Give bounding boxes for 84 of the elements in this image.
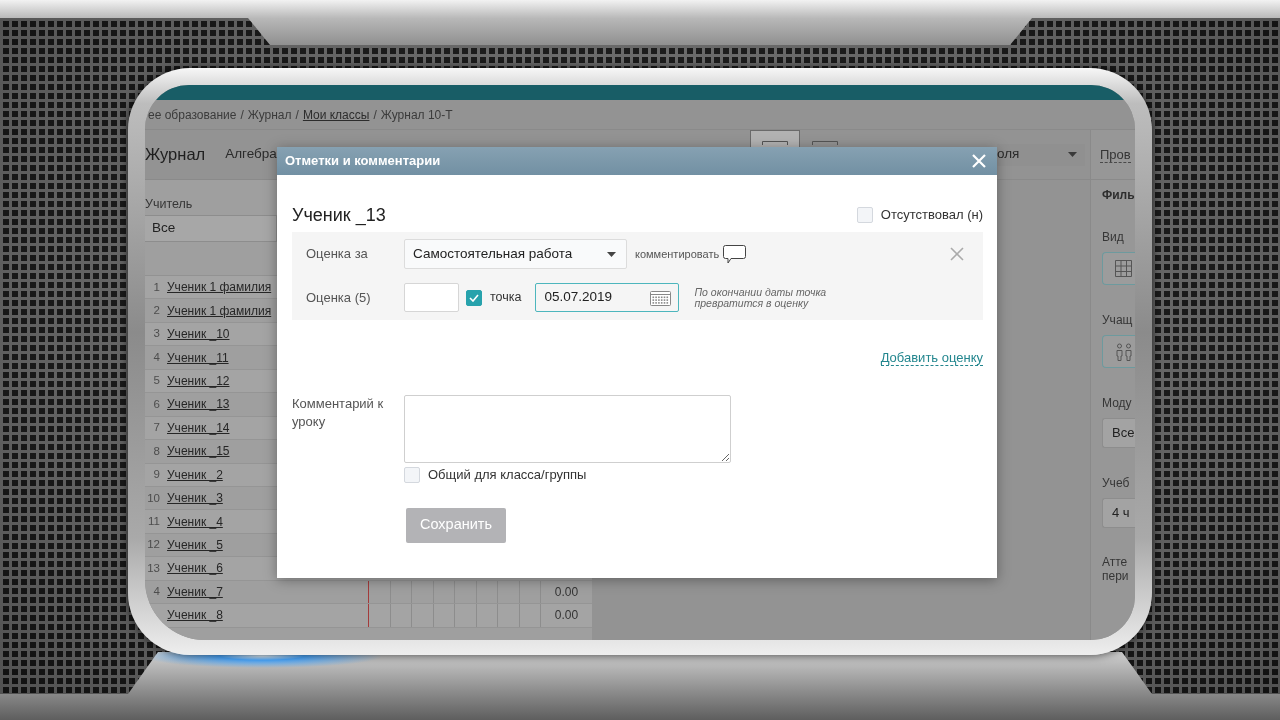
filter-select[interactable]: Все xyxy=(1102,418,1135,448)
field-label: Комментарий к уроку xyxy=(292,395,385,431)
students-view-button[interactable] xyxy=(1102,335,1135,368)
filter-label: Учеб xyxy=(1102,475,1131,491)
breadcrumb-separator: / xyxy=(240,106,244,124)
student-link[interactable]: Ученик _13 xyxy=(167,395,230,414)
row-number: 9 xyxy=(152,467,160,483)
breadcrumb-item: Журнал xyxy=(247,106,292,124)
student-link[interactable]: Ученик 1 фамилия xyxy=(167,278,272,297)
student-link[interactable]: Ученик _4 xyxy=(167,512,223,531)
filter-label: Вид xyxy=(1102,229,1125,245)
breadcrumb-separator: / xyxy=(295,106,299,124)
absent-checkbox[interactable] xyxy=(856,207,873,223)
field-label: Оценка (5) xyxy=(306,288,372,307)
calendar-icon xyxy=(650,289,672,306)
row-number: 8 xyxy=(152,443,160,459)
add-grade-link[interactable]: Добавить оценку xyxy=(880,350,983,366)
filter-label: Учитель xyxy=(145,196,193,212)
dialog-title: Отметки и комментарии xyxy=(285,152,441,171)
row-number: 6 xyxy=(152,396,160,412)
close-button[interactable] xyxy=(972,154,986,168)
breadcrumb-item: Журнал 10-Т xyxy=(380,106,453,124)
row-number: 12 xyxy=(146,537,160,553)
comment-link[interactable]: комментировать xyxy=(635,245,720,263)
comment-textarea[interactable] xyxy=(404,395,731,463)
student-link[interactable]: Ученик _5 xyxy=(167,536,223,555)
work-type-select[interactable]: Самостоятельная работа xyxy=(404,239,627,269)
field-label: Оценка за xyxy=(306,245,369,264)
view-toggle-button[interactable] xyxy=(750,130,800,147)
filter-label: Атте пери xyxy=(1102,555,1130,583)
date-field[interactable]: 05.07.2019 xyxy=(535,283,680,312)
filter-label: Учащ xyxy=(1102,312,1134,328)
row-number: 4 xyxy=(152,584,160,600)
speech-bubble-icon[interactable] xyxy=(723,244,747,264)
student-link[interactable]: Ученик _12 xyxy=(167,371,230,390)
hint-text: По окончании даты точка превратится в оценку xyxy=(694,286,828,309)
checkbox-label: Общий для класса/группы xyxy=(428,466,587,484)
row-number: 11 xyxy=(147,513,160,529)
row-number: 10 xyxy=(146,490,160,506)
checkbox-label: Отсутствовал (н) xyxy=(880,206,983,225)
row-number: 2 xyxy=(152,303,160,319)
breadcrumb-link[interactable]: Мои классы xyxy=(302,105,370,124)
grid-icon xyxy=(1115,260,1132,277)
row-number: 7 xyxy=(152,420,160,436)
row-number: 13 xyxy=(146,560,160,576)
subject-label: Алгебра xyxy=(225,145,277,164)
filter-select[interactable]: 4 ч xyxy=(1102,498,1135,528)
close-icon xyxy=(972,154,986,168)
breadcrumb-item: ее образование xyxy=(148,106,237,124)
checkbox-label: точка xyxy=(490,289,522,307)
student-link[interactable]: Ученик _14 xyxy=(167,418,230,437)
student-link[interactable]: Ученик _3 xyxy=(167,489,223,508)
average-cell: 0.00 xyxy=(540,580,592,604)
student-link[interactable]: Ученик _2 xyxy=(167,465,223,484)
row-number: 1 xyxy=(152,279,160,295)
student-link[interactable]: Ученик 1 фамилия xyxy=(167,301,272,320)
average-cell: 0.00 xyxy=(540,604,592,627)
sidebar-link[interactable]: Пров xyxy=(1100,146,1131,163)
caret-icon xyxy=(607,251,616,257)
student-link[interactable]: Ученик _7 xyxy=(167,582,223,601)
filters-heading: Филь xyxy=(1102,188,1135,202)
view-mode-icon xyxy=(812,141,838,145)
point-checkbox[interactable] xyxy=(466,289,482,306)
student-link[interactable]: Ученик _10 xyxy=(167,325,230,344)
checkmark-icon xyxy=(469,293,479,302)
filter-label: Моду xyxy=(1102,395,1133,411)
caret-icon xyxy=(1068,152,1077,157)
grade-input[interactable] xyxy=(404,283,459,312)
student-link[interactable]: Ученик _11 xyxy=(167,348,229,367)
breadcrumb-separator: / xyxy=(373,106,377,124)
people-icon xyxy=(1115,342,1133,361)
teacher-select[interactable]: Все xyxy=(145,215,277,242)
student-name: Ученик _13 xyxy=(292,204,386,226)
row-number: 5 xyxy=(152,373,160,389)
shared-checkbox[interactable] xyxy=(404,466,420,483)
close-icon[interactable] xyxy=(950,247,964,261)
row-number: 4 xyxy=(152,349,160,365)
student-link[interactable]: Ученик _15 xyxy=(167,442,230,461)
page-title: Журнал xyxy=(145,144,206,166)
grid-view-button[interactable] xyxy=(1102,252,1135,285)
student-link[interactable]: Ученик _6 xyxy=(167,559,223,578)
view-mode-icon xyxy=(762,141,788,145)
row-number: 3 xyxy=(152,326,160,342)
student-link[interactable]: Ученик _8 xyxy=(167,606,223,625)
